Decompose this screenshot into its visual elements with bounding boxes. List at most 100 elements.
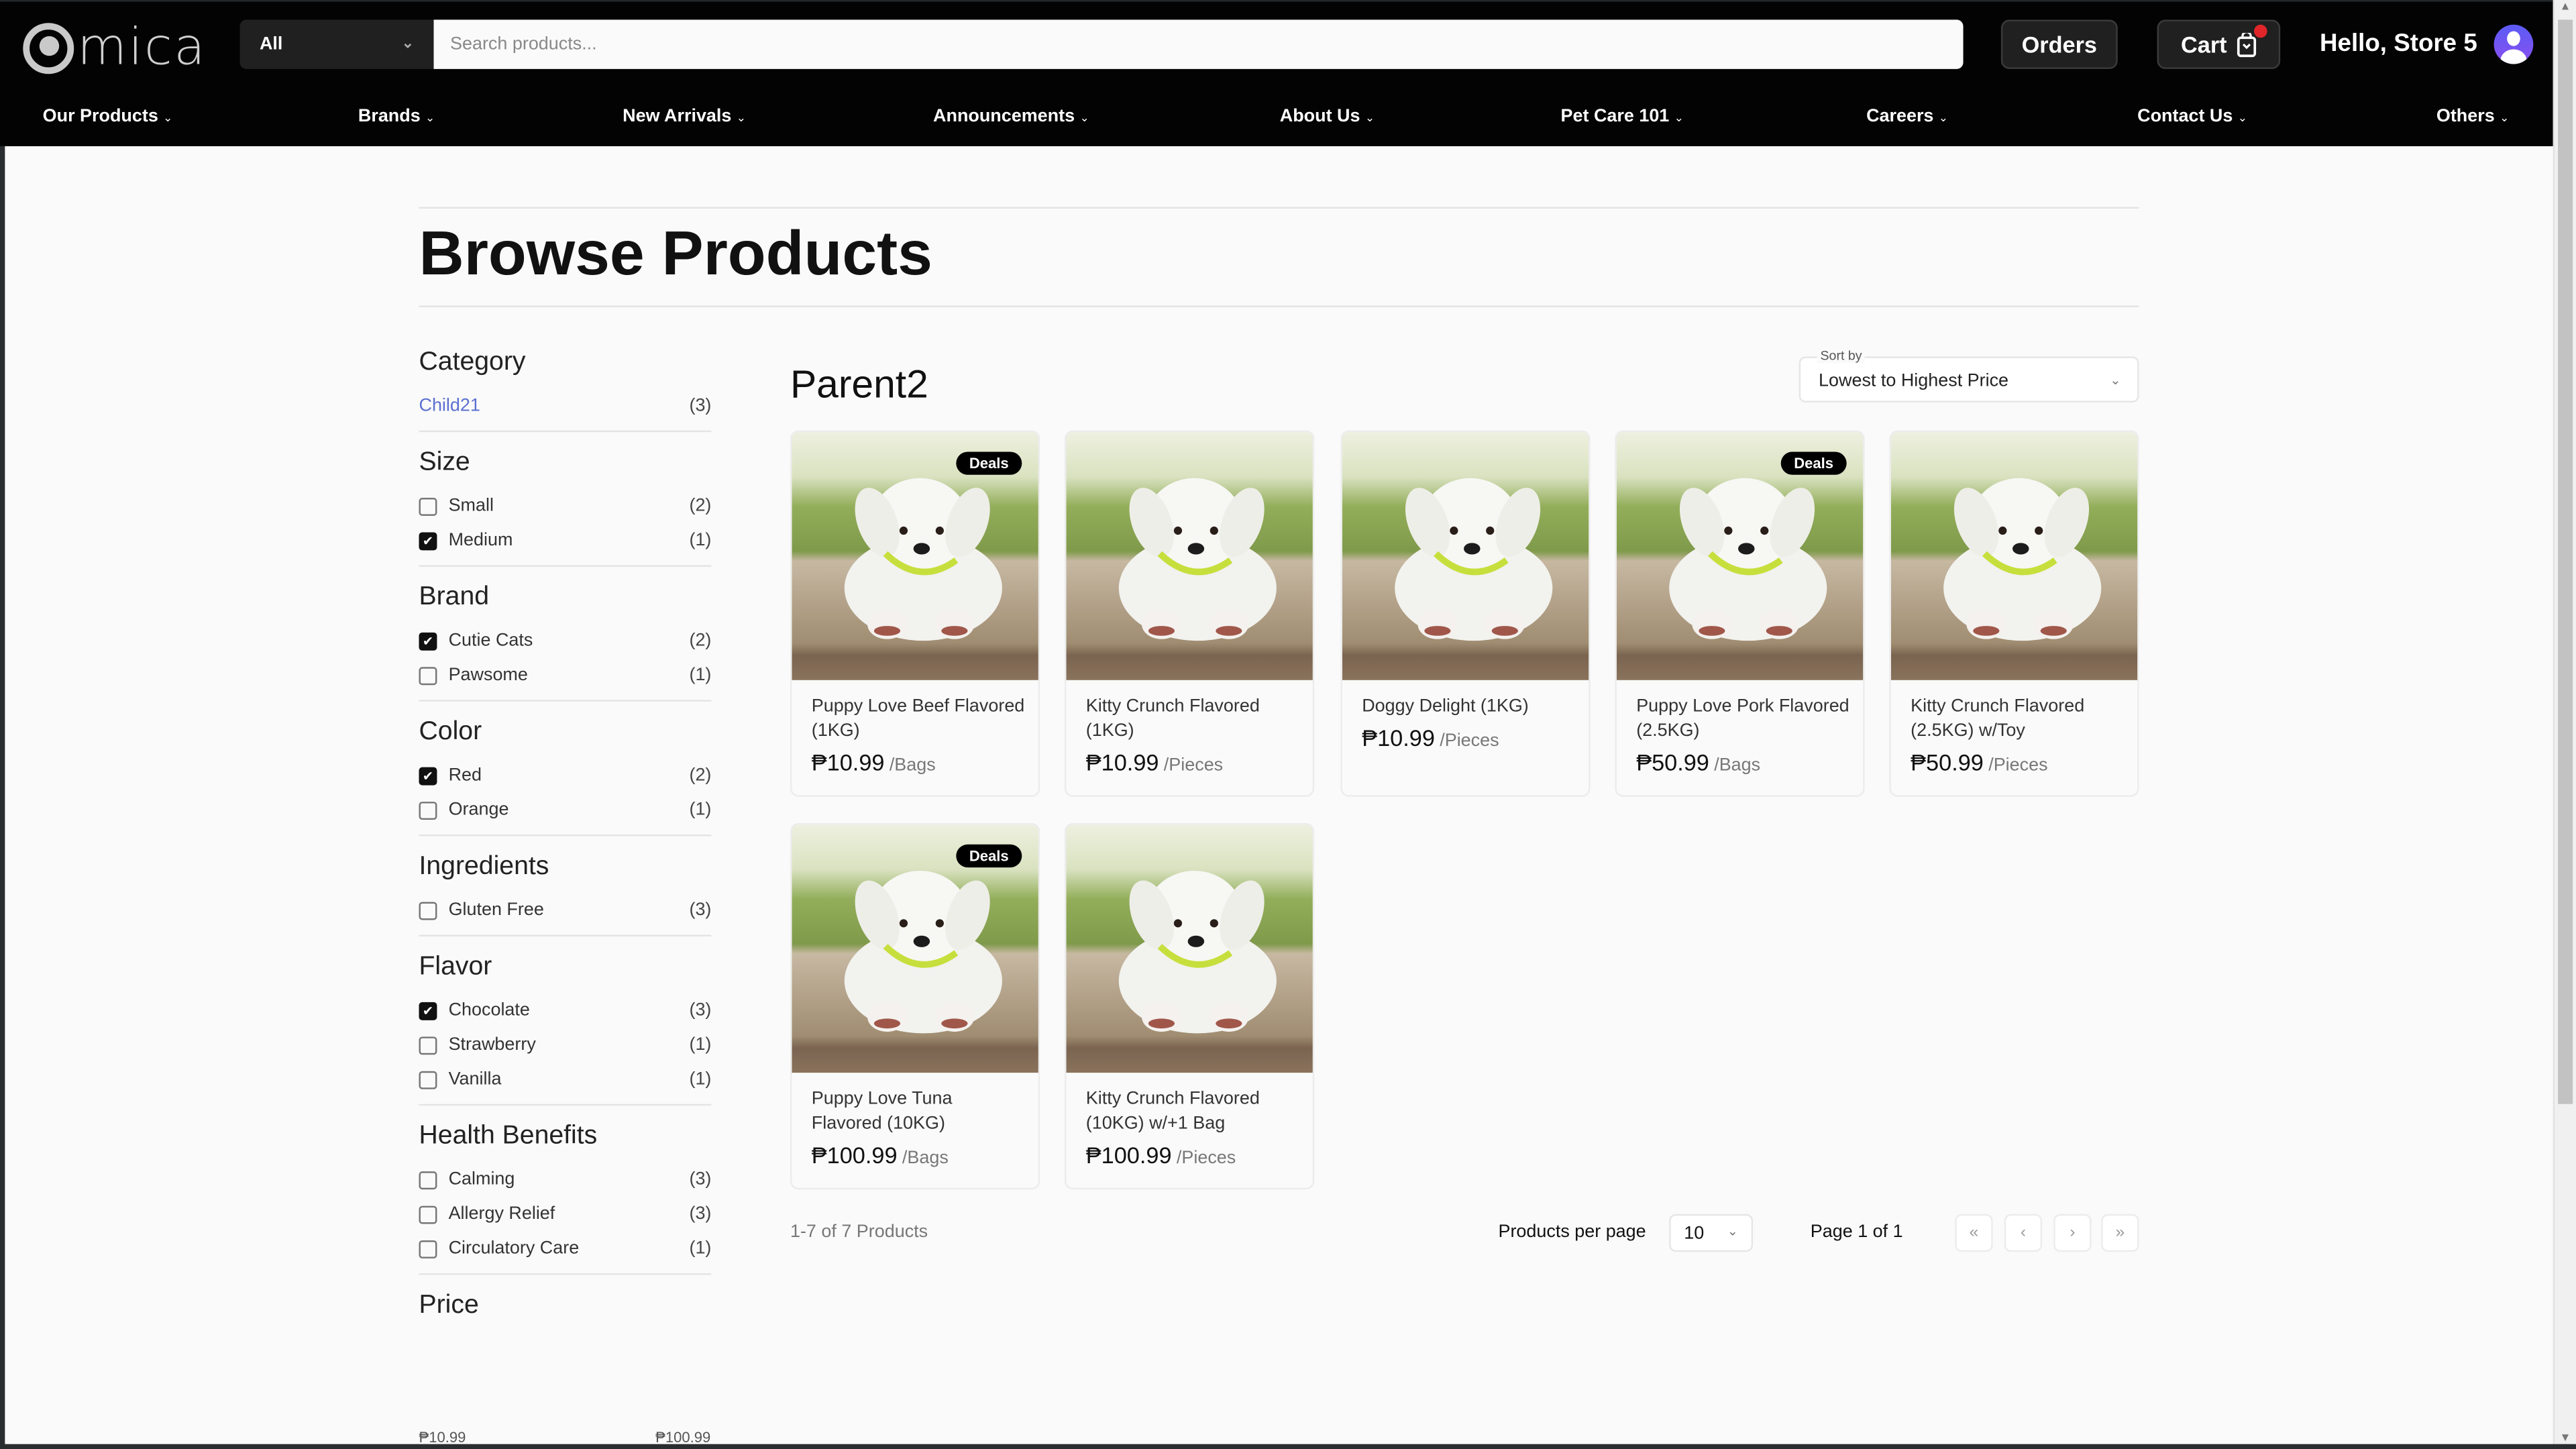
filter-option[interactable]: Circulatory Care (1) — [419, 1236, 711, 1262]
window-edge — [0, 1444, 2576, 1449]
nav-item-about-us[interactable]: About Us ⌄ — [1280, 107, 1375, 126]
product-card[interactable]: Deals Puppy Love Pork Flavored (2.5KG) ₱50… — [1615, 430, 1865, 797]
chevron-down-icon: ⌄ — [2237, 113, 2248, 125]
product-name[interactable]: Doggy Delight (1KG) — [1362, 695, 1575, 720]
nav-item-announcements[interactable]: Announcements ⌄ — [933, 107, 1089, 126]
cart-notification-dot — [2254, 24, 2267, 38]
scroll-down-icon[interactable]: ▼ — [2560, 1433, 2571, 1444]
first-page-button[interactable]: « — [1955, 1214, 1993, 1252]
filter-option[interactable]: ✔ Chocolate (3) — [419, 998, 711, 1024]
nav-item-label: Others — [2436, 107, 2495, 127]
nav-item-careers[interactable]: Careers ⌄ — [1866, 107, 1948, 126]
next-page-button[interactable]: › — [2053, 1214, 2092, 1252]
filter-option[interactable]: Pawsome (1) — [419, 662, 711, 688]
filter-option-count: (2) — [689, 765, 712, 786]
scroll-up-icon[interactable]: ▲ — [2560, 1, 2571, 13]
filter-option[interactable]: ✔ Cutie Cats (2) — [419, 628, 711, 654]
product-image[interactable]: Deals — [1616, 432, 1864, 680]
per-page-select[interactable]: 10 ⌄ — [1669, 1214, 1754, 1252]
product-name[interactable]: Kitty Crunch Flavored (1KG) — [1086, 695, 1299, 744]
product-price-row: ₱50.99/Bags — [1636, 749, 1760, 775]
deals-badge: Deals — [956, 451, 1022, 475]
product-image[interactable] — [1066, 824, 1313, 1073]
filter-option-label: Chocolate — [448, 1000, 530, 1020]
product-card[interactable]: Deals Puppy Love Beef Flavored (1KG) ₱10.9… — [790, 430, 1040, 797]
filter-option[interactable]: Vanilla (1) — [419, 1066, 711, 1092]
checkbox[interactable] — [419, 1239, 437, 1258]
filter-option[interactable]: Calming (3) — [419, 1167, 711, 1193]
filter-heading: Size — [419, 448, 470, 477]
filter-option-label: Medium — [448, 531, 513, 551]
results-count: 1-7 of 7 Products — [790, 1222, 928, 1242]
product-card[interactable]: Kitty Crunch Flavored (10KG) w/+1 Bag ₱10… — [1064, 822, 1315, 1190]
sort-select[interactable]: Sort by Lowest to Highest Price ⌄ — [1799, 348, 2139, 403]
search-input[interactable] — [433, 19, 1964, 69]
product-name[interactable]: Puppy Love Pork Flavored (2.5KG) — [1636, 695, 1849, 744]
user-greeting[interactable]: Hello, Store 5 — [2320, 30, 2477, 58]
product-card[interactable]: Kitty Crunch Flavored (1KG) ₱10.99/Pieces — [1064, 430, 1315, 797]
checkbox[interactable] — [419, 800, 437, 819]
checkbox[interactable] — [419, 1170, 437, 1189]
product-price: ₱10.99 — [1085, 749, 1159, 775]
product-image[interactable]: Deals — [792, 432, 1038, 680]
scrollbar[interactable]: ▲ ▼ — [2553, 0, 2576, 1449]
checkbox[interactable] — [419, 1205, 437, 1224]
product-card[interactable]: Doggy Delight (1KG) ₱10.99/Pieces — [1340, 430, 1591, 797]
checkbox[interactable] — [419, 901, 437, 920]
chevron-down-icon: ⌄ — [736, 113, 747, 125]
product-name[interactable]: Puppy Love Beef Flavored (1KG) — [812, 695, 1025, 744]
filter-option[interactable]: Strawberry (1) — [419, 1032, 711, 1058]
filter-option[interactable]: Gluten Free (3) — [419, 897, 711, 923]
nav-item-our-products[interactable]: Our Products ⌄ — [43, 107, 173, 126]
user-avatar-icon[interactable] — [2493, 24, 2534, 64]
filter-option[interactable]: ✔ Medium (1) — [419, 527, 711, 553]
filter-option[interactable]: Child21 (3) — [419, 392, 711, 419]
orders-button[interactable]: Orders — [2000, 19, 2118, 69]
nav-item-pet-care-101[interactable]: Pet Care 101 ⌄ — [1561, 107, 1684, 126]
cart-label: Cart — [2181, 31, 2227, 58]
filter-option[interactable]: Orange (1) — [419, 797, 711, 823]
logo[interactable]: mica — [23, 18, 207, 77]
product-unit: /Pieces — [1440, 731, 1499, 751]
divider — [419, 835, 712, 837]
filter-option-label: Pawsome — [448, 665, 528, 686]
checkbox[interactable] — [419, 496, 437, 515]
product-name[interactable]: Kitty Crunch Flavored (2.5KG) w/Toy — [1911, 695, 2124, 744]
product-name[interactable]: Kitty Crunch Flavored (10KG) w/+1 Bag — [1086, 1087, 1299, 1136]
product-name[interactable]: Puppy Love Tuna Flavored (10KG) — [812, 1087, 1025, 1136]
nav-item-contact-us[interactable]: Contact Us ⌄ — [2137, 107, 2247, 126]
checkbox[interactable]: ✔ — [419, 766, 437, 785]
prev-page-button[interactable]: ‹ — [2004, 1214, 2043, 1252]
nav-item-brands[interactable]: Brands ⌄ — [358, 107, 435, 126]
checkbox[interactable] — [419, 1036, 437, 1055]
nav-item-new-arrivals[interactable]: New Arrivals ⌄ — [623, 107, 746, 126]
filter-option[interactable]: ✔ Red (2) — [419, 762, 711, 788]
price-min: ₱10.99 — [419, 1429, 466, 1446]
filter-option-label: Circulatory Care — [448, 1238, 580, 1258]
product-image[interactable]: Deals — [792, 824, 1038, 1073]
nav-item-label: Our Products — [42, 107, 158, 127]
checkbox[interactable] — [419, 666, 437, 685]
product-unit: /Bags — [902, 1148, 949, 1169]
last-page-button[interactable]: » — [2101, 1214, 2139, 1252]
checkbox[interactable]: ✔ — [419, 531, 437, 550]
product-price-row: ₱100.99/Pieces — [1086, 1142, 1236, 1168]
cart-button[interactable]: Cart — [2157, 19, 2281, 69]
scrollbar-thumb[interactable] — [2558, 19, 2573, 1104]
checkbox[interactable]: ✔ — [419, 631, 437, 650]
category-select[interactable]: All ⌄ — [239, 19, 434, 69]
checkbox[interactable]: ✔ — [419, 1001, 437, 1020]
filter-option-label: Calming — [448, 1169, 515, 1190]
checkbox[interactable] — [419, 1070, 437, 1089]
filter-option-count: (3) — [689, 1204, 712, 1224]
nav-item-others[interactable]: Others ⌄ — [2436, 107, 2510, 126]
filter-option[interactable]: Allergy Relief (3) — [419, 1201, 711, 1227]
product-image[interactable] — [1066, 432, 1313, 680]
product-image[interactable] — [1342, 432, 1589, 680]
product-card[interactable]: Kitty Crunch Flavored (2.5KG) w/Toy ₱50.9… — [1889, 430, 2139, 797]
filter-option-label: Strawberry — [448, 1034, 536, 1055]
product-image[interactable] — [1890, 432, 2138, 680]
filter-option[interactable]: Small (2) — [419, 493, 711, 519]
product-card[interactable]: Deals Puppy Love Tuna Flavored (10KG) ₱100… — [790, 822, 1040, 1190]
chevron-down-icon: ⌄ — [2110, 372, 2121, 388]
